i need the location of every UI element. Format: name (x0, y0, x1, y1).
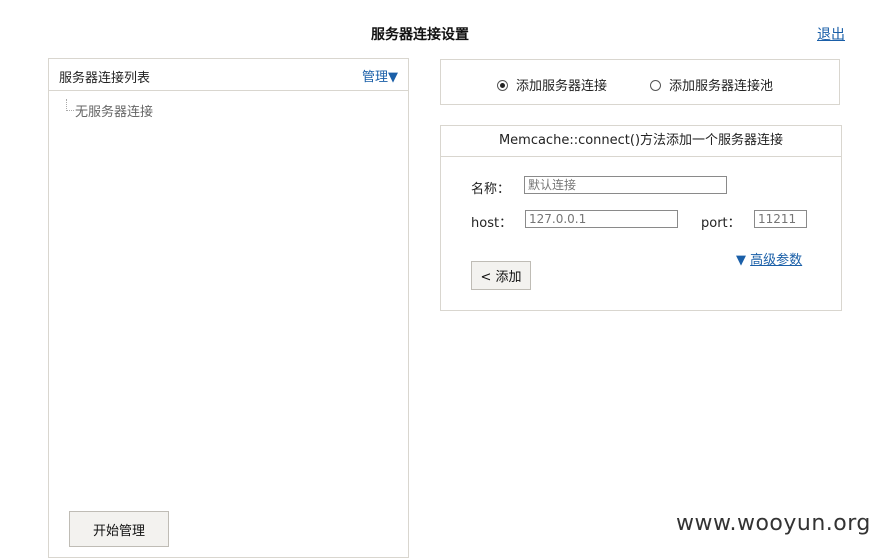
radio-add-connection-label: 添加服务器连接 (516, 79, 608, 94)
connection-list-panel: 服务器连接列表 管理▼ 无服务器连接 开始管理 (48, 58, 409, 558)
advanced-params-label[interactable]: 高级参数 (750, 253, 802, 268)
host-label: host： (471, 216, 513, 231)
manage-dropdown[interactable]: 管理▼ (362, 66, 398, 85)
host-input[interactable] (525, 210, 678, 228)
radio-add-pool[interactable]: 添加服务器连接池 (650, 75, 773, 94)
form-header: Memcache::connect()方法添加一个服务器连接 (441, 126, 841, 157)
start-manage-button[interactable]: 开始管理 (69, 511, 169, 547)
radio-unchecked-icon[interactable] (650, 80, 661, 91)
radio-add-pool-label: 添加服务器连接池 (669, 79, 774, 94)
port-label: port： (701, 216, 741, 231)
logout-link[interactable]: 退出 (817, 24, 845, 44)
name-input[interactable] (524, 176, 727, 194)
add-connection-form: Memcache::connect()方法添加一个服务器连接 名称： host：… (440, 125, 842, 311)
advanced-params-link[interactable]: ▼ 高级参数 (736, 249, 802, 268)
add-button[interactable]: < 添加 (471, 261, 531, 290)
page-title: 服务器连接设置 (371, 27, 469, 43)
tree-item: 无服务器连接 (65, 101, 153, 120)
connection-list-title: 服务器连接列表 (59, 71, 151, 86)
triangle-down-icon: ▼ (736, 253, 746, 268)
connection-type-selector: 添加服务器连接 添加服务器连接池 (440, 59, 840, 105)
connection-list-header: 服务器连接列表 管理▼ (49, 59, 408, 91)
tree-item-label: 无服务器连接 (75, 105, 154, 120)
watermark: www.wooyun.org (676, 511, 871, 536)
radio-add-connection[interactable]: 添加服务器连接 (497, 75, 607, 94)
radio-checked-icon[interactable] (497, 80, 508, 91)
name-label: 名称： (471, 182, 511, 197)
port-input[interactable] (754, 210, 807, 228)
